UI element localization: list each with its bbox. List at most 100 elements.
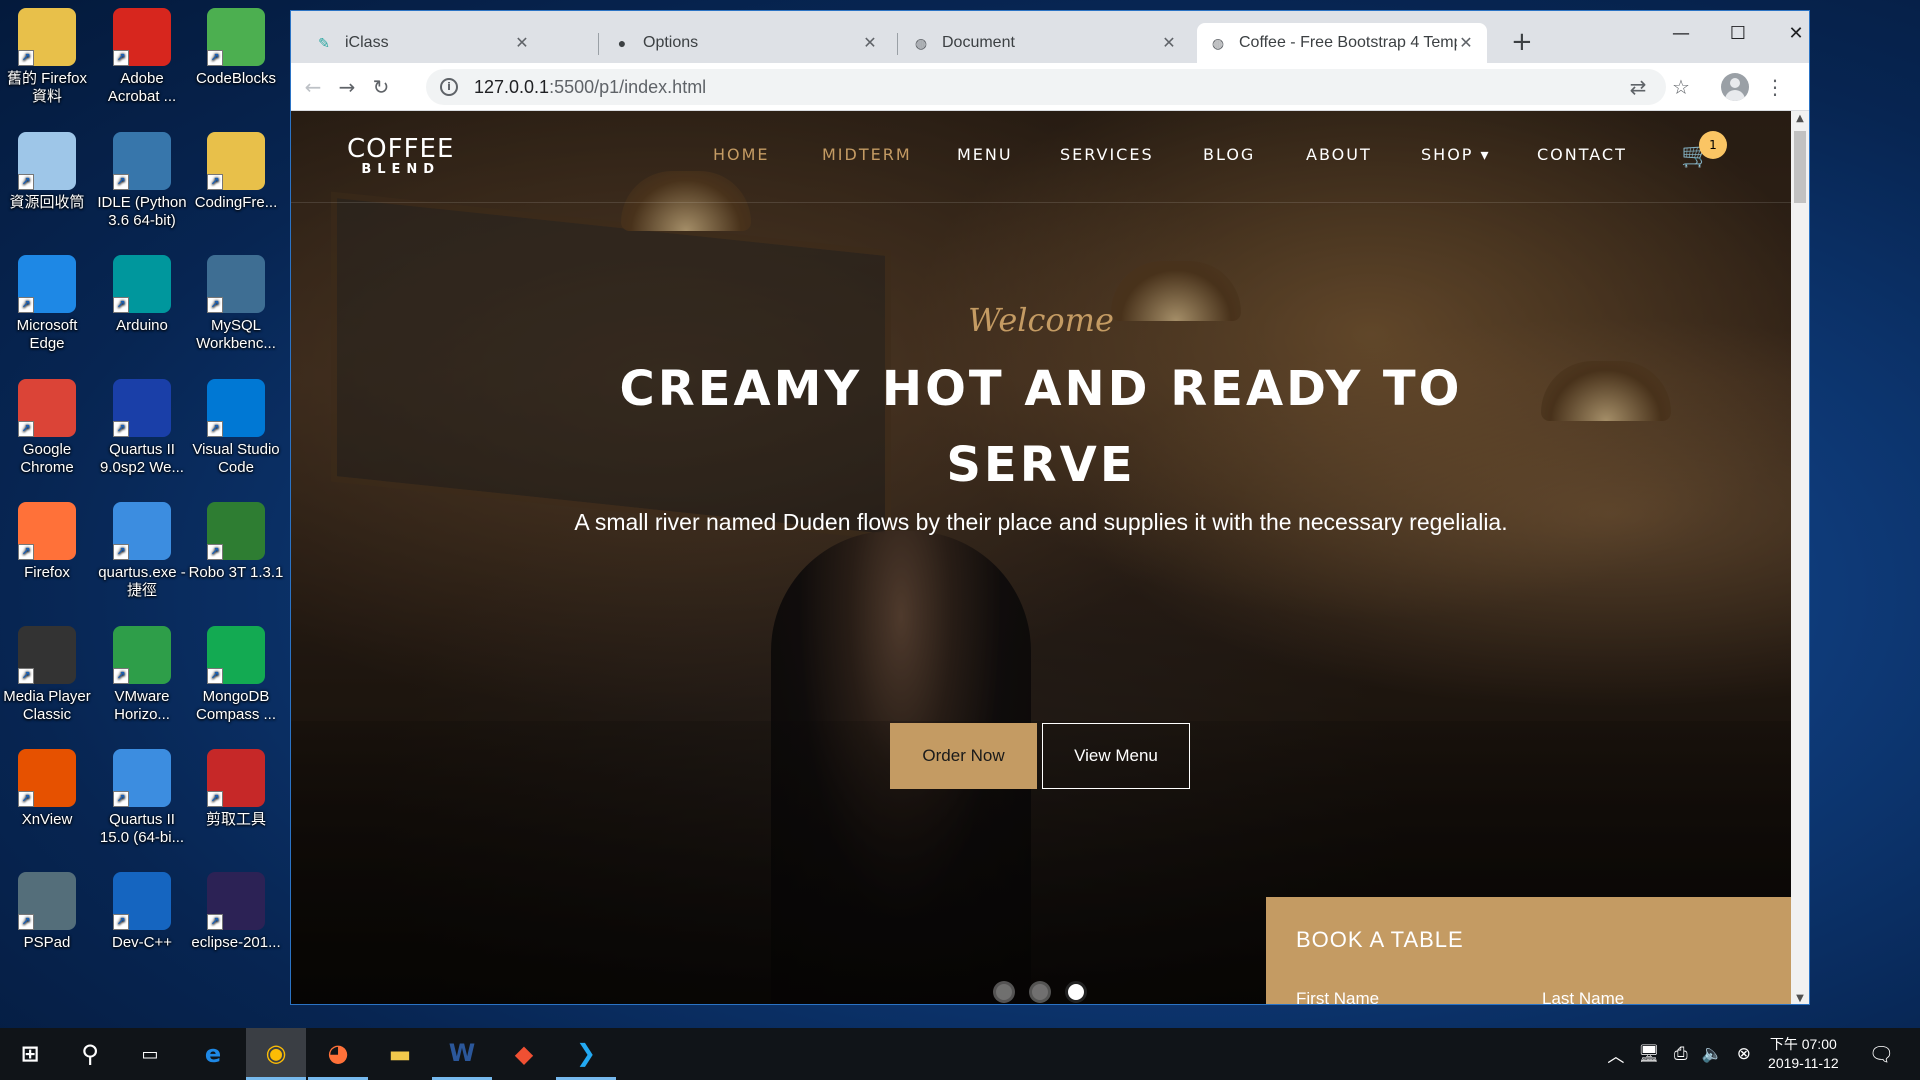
nav-blog[interactable]: BLOG [1203,145,1255,164]
address-bar[interactable]: i 127.0.0.1:5500/p1/index.html [426,69,1666,105]
scroll-down-arrow-icon[interactable]: ▼ [1791,993,1809,1004]
shortcut-arrow-icon: ↗ [113,174,129,190]
tab-title: Options [643,34,699,51]
taskbar-git[interactable]: ◆ [494,1028,554,1080]
taskbar-clock[interactable]: 下午 07:00 2019-11-12 [1768,1035,1839,1073]
carousel-dot[interactable] [993,981,1015,1003]
quartus-icon: ↗ [113,749,171,807]
new-tab-button[interactable]: + [1511,29,1533,55]
close-icon[interactable]: ✕ [513,33,531,53]
taskbar-file-explorer[interactable]: ▬ [370,1028,430,1080]
close-icon[interactable]: ✕ [1457,33,1475,53]
search-button[interactable]: ⚲ [60,1028,120,1080]
taskbar-word[interactable]: W [432,1028,492,1080]
taskbar-chrome[interactable]: ◉ [246,1028,306,1080]
order-now-button[interactable]: Order Now [890,723,1037,789]
back-button[interactable]: ← [299,73,327,101]
taskbar-edge[interactable]: e [183,1028,243,1080]
tab-options[interactable]: ● Options ✕ [601,23,891,63]
shortcut-arrow-icon: ↗ [113,914,129,930]
desktop-shortcut[interactable]: ↗ 剪取工具 [188,749,284,829]
firefox-icon: ◕ [327,1038,349,1067]
profile-avatar[interactable] [1721,73,1749,101]
notification-icon[interactable]: 🗨 [1869,1042,1894,1066]
brand-logo[interactable]: COFFEE BLEND [347,135,454,177]
volume-icon[interactable]: 🔈 [1702,1044,1723,1064]
desktop-shortcut[interactable]: ↗ Firefox [0,502,95,582]
forward-button[interactable]: → [333,73,361,101]
tab-coffee[interactable]: ◍ Coffee - Free Bootstrap 4 Temp ✕ [1197,23,1487,63]
chrome-icon: ↗ [18,379,76,437]
desktop-shortcut-label: XnView [21,811,73,828]
translate-icon[interactable]: ⇄ [1626,75,1650,99]
menu-kebab-icon[interactable]: ⋮ [1763,75,1787,99]
maximize-button[interactable]: ☐ [1715,19,1761,49]
desktop-shortcut[interactable]: ↗ 資源回收筒 [0,132,95,212]
reload-button[interactable]: ↻ [367,73,395,101]
network-icon[interactable]: 🖥 [1638,1044,1660,1064]
bookmark-star-icon[interactable]: ☆ [1669,75,1693,99]
vertical-scrollbar[interactable]: ▲ ▼ [1791,111,1809,1004]
desktop-shortcut[interactable]: ↗ Microsoft Edge [0,255,95,353]
view-menu-button[interactable]: View Menu [1042,723,1190,789]
nav-contact[interactable]: CONTACT [1537,145,1627,164]
nav-services[interactable]: SERVICES [1060,145,1154,164]
desktop-shortcut[interactable]: ↗ CodingFre... [188,132,284,212]
carousel-dots [993,981,1087,1003]
desktop-shortcut[interactable]: ↗ Dev-C++ [94,872,190,952]
start-button[interactable]: ⊞ [0,1028,60,1080]
scroll-up-arrow-icon[interactable]: ▲ [1791,113,1809,124]
ime-icon[interactable]: ⊗ [1737,1044,1751,1064]
desktop-shortcut[interactable]: ↗ VMware Horizo... [94,626,190,724]
show-hidden-icons-chevron-icon[interactable]: ︿ [1607,1042,1624,1067]
taskbar-vscode[interactable]: ❯ [556,1028,616,1080]
edge-icon: ↗ [18,255,76,313]
desktop-shortcut[interactable]: ↗ 舊的 Firefox 資料 [0,8,95,106]
close-window-button[interactable]: ✕ [1773,19,1809,49]
nav-about[interactable]: ABOUT [1306,145,1372,164]
desktop-shortcut[interactable]: ↗ MySQL Workbenc... [188,255,284,353]
desktop-shortcut-label: Arduino [116,317,168,334]
desktop-shortcut[interactable]: ↗ eclipse-201... [188,872,284,952]
desktop-shortcut[interactable]: ↗ CodeBlocks [188,8,284,88]
nav-midterm[interactable]: MIDTERM [822,145,912,164]
minimize-button[interactable]: — [1658,19,1704,49]
shortcut-arrow-icon: ↗ [207,50,223,66]
desktop-shortcut[interactable]: ↗ Visual Studio Code [188,379,284,477]
desktop-shortcut[interactable]: ↗ Quartus II 9.0sp2 We... [94,379,190,477]
printer-icon[interactable]: ⎙ [1674,1044,1688,1064]
desktop-shortcut[interactable]: ↗ quartus.exe - 捷徑 [94,502,190,600]
nav-home[interactable]: HOME [713,145,770,164]
desktop-shortcut[interactable]: ↗ MongoDB Compass ... [188,626,284,724]
desktop-shortcut[interactable]: ↗ Robo 3T 1.3.1 [188,502,284,582]
close-icon[interactable]: ✕ [861,33,879,53]
desktop-shortcut[interactable]: ↗ IDLE (Python 3.6 64-bit) [94,132,190,230]
desktop-shortcut-label: MongoDB Compass ... [195,688,277,723]
nav-shop-dropdown[interactable]: SHOP ▾ [1421,145,1491,164]
desktop-shortcut[interactable]: ↗ Adobe Acrobat ... [94,8,190,106]
carousel-dot[interactable] [1065,981,1087,1003]
desktop-shortcut[interactable]: ↗ Arduino [94,255,190,335]
desktop-shortcut[interactable]: ↗ XnView [0,749,95,829]
word-icon: W [448,1038,476,1067]
tab-iclass[interactable]: ✎ iClass ✕ [303,23,543,63]
desktop-shortcut[interactable]: ↗ Media Player Classic [0,626,95,724]
nav-menu[interactable]: MENU [957,145,1013,164]
hero-headline: CREAMY HOT AND READY TO SERVE [619,361,1463,493]
taskbar-firefox[interactable]: ◕ [308,1028,368,1080]
desktop-shortcut[interactable]: ↗ Quartus II 15.0 (64-bi... [94,749,190,847]
python-icon: ↗ [113,132,171,190]
tab-document[interactable]: ◍ Document ✕ [900,23,1190,63]
desktop-shortcut[interactable]: ↗ PSPad [0,872,95,952]
desktop-shortcut-label: Google Chrome [20,441,74,476]
carousel-dot[interactable] [1029,981,1051,1003]
task-view-button[interactable]: ▭ [120,1028,180,1080]
info-icon[interactable]: i [440,78,458,96]
desktop-shortcut[interactable]: ↗ Google Chrome [0,379,95,477]
shortcut-arrow-icon: ↗ [207,174,223,190]
desktop-shortcut-label: MySQL Workbenc... [196,317,276,352]
vscode-icon: ❯ [575,1038,597,1067]
iclass-icon: ✎ [318,34,330,51]
scrollbar-thumb[interactable] [1794,131,1806,203]
close-icon[interactable]: ✕ [1160,33,1178,53]
